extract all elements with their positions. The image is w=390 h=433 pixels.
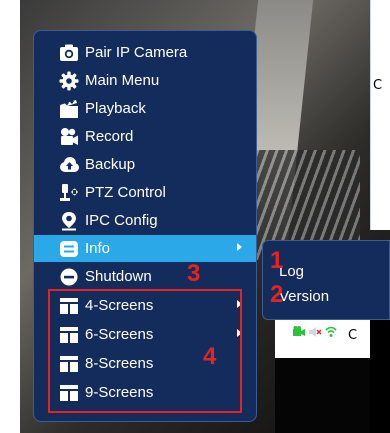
ptz-icon <box>59 183 79 203</box>
menu-item-label: PTZ Control <box>85 184 166 201</box>
menu-item-label: Backup <box>85 156 136 173</box>
menu-item-label: Main Menu <box>85 72 160 89</box>
speaker-muted-icon <box>309 327 321 337</box>
camera-pane-top-right[interactable] <box>370 0 390 230</box>
camera-icon <box>59 43 79 63</box>
menu-item-label: Record <box>85 128 134 145</box>
menu-item-pair-ip-camera[interactable]: Pair IP Camera <box>34 39 256 66</box>
cloud-icon <box>59 155 79 175</box>
clapperboard-icon <box>59 99 79 119</box>
annotation-highlight-box <box>48 289 242 413</box>
camera-status-icon <box>293 326 305 336</box>
menu-item-label: Playback <box>85 100 146 117</box>
menu-item-record[interactable]: Record <box>34 123 256 150</box>
annotation-number-1: 1 <box>270 247 284 274</box>
minus-circle-icon <box>59 267 79 287</box>
menu-item-ipc-config[interactable]: IPC Config <box>34 207 256 234</box>
location-pin-icon <box>59 211 79 231</box>
camera-pane-bottom-right[interactable] <box>370 318 390 433</box>
menu-item-label: Pair IP Camera <box>85 44 188 61</box>
menu-item-backup[interactable]: Backup <box>34 151 256 178</box>
camera-pane-lower[interactable] <box>275 358 370 433</box>
menu-item-shutdown[interactable]: Shutdown <box>34 263 256 290</box>
gear-icon <box>59 71 79 91</box>
menu-item-ptz-control[interactable]: PTZ Control <box>34 179 256 206</box>
menu-item-info[interactable]: Info <box>34 235 256 262</box>
wifi-icon <box>325 326 337 337</box>
camera-status-icons <box>293 326 337 338</box>
annotation-number-3: 3 <box>187 260 201 287</box>
menu-item-label: Shutdown <box>85 268 152 285</box>
menu-item-playback[interactable]: Playback <box>34 95 256 122</box>
menu-item-label: Info <box>85 240 111 257</box>
record-camera-icon <box>59 127 79 147</box>
menu-item-main-menu[interactable]: Main Menu <box>34 67 256 94</box>
annotation-number-2: 2 <box>270 281 284 308</box>
pane-label-top: C <box>373 78 383 93</box>
submenu-arrow-icon <box>237 243 242 251</box>
submenu-item-version[interactable]: Version <box>279 288 329 305</box>
menu-item-label: IPC Config <box>85 212 158 229</box>
info-icon <box>59 239 79 259</box>
pane-label-bottom: C <box>348 328 358 343</box>
